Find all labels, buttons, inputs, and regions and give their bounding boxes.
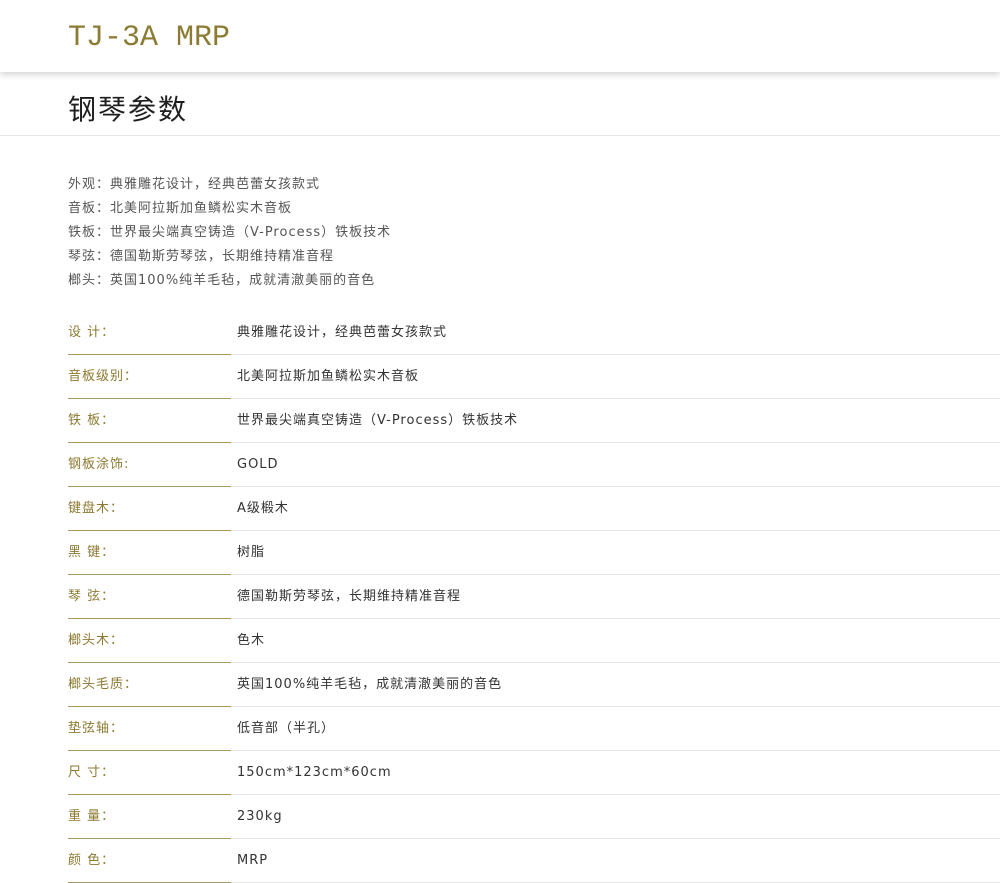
spec-row: 设 计： 典雅雕花设计，经典芭蕾女孩款式: [0, 311, 1000, 355]
feature-item: 榔头：英国100%纯羊毛毡，成就清澈美丽的音色: [68, 273, 376, 288]
feature-item: 琴弦：德国勒斯劳琴弦，长期维持精准音程: [68, 249, 335, 264]
spec-row: 重 量： 230kg: [0, 795, 1000, 839]
spec-row: 音板级别： 北美阿拉斯加鱼鳞松实木音板: [0, 355, 1000, 399]
spec-value: 低音部（半孔）: [231, 707, 1000, 751]
spec-value: 色木: [231, 619, 1000, 663]
spec-value: 世界最尖端真空铸造（V-Process）铁板技术: [231, 399, 1000, 443]
spec-label: 设 计：: [68, 311, 231, 355]
spec-value: 德国勒斯劳琴弦，长期维持精准音程: [231, 575, 1000, 619]
spec-value: 树脂: [231, 531, 1000, 575]
spec-table: 设 计： 典雅雕花设计，经典芭蕾女孩款式 音板级别： 北美阿拉斯加鱼鳞松实木音板…: [0, 311, 1000, 883]
page-header: TJ-3A MRP: [0, 0, 1000, 72]
page-title: TJ-3A MRP: [68, 21, 231, 55]
spec-value: GOLD: [231, 443, 1000, 487]
spec-row: 尺 寸： 150cm*123cm*60cm: [0, 751, 1000, 795]
spec-value: 150cm*123cm*60cm: [231, 751, 1000, 795]
spec-value: 230kg: [231, 795, 1000, 839]
spec-row: 铁 板： 世界最尖端真空铸造（V-Process）铁板技术: [0, 399, 1000, 443]
spec-value: 英国100%纯羊毛毡，成就清澈美丽的音色: [231, 663, 1000, 707]
spec-row: 垫弦轴： 低音部（半孔）: [0, 707, 1000, 751]
spec-label: 垫弦轴：: [68, 707, 231, 751]
feature-item: 外观：典雅雕花设计，经典芭蕾女孩款式: [68, 177, 321, 192]
spec-label: 榔头毛质：: [68, 663, 231, 707]
spec-label: 铁 板：: [68, 399, 231, 443]
spec-label: 键盘木：: [68, 487, 231, 531]
spec-label: 尺 寸：: [68, 751, 231, 795]
feature-list: 外观：典雅雕花设计，经典芭蕾女孩款式 音板：北美阿拉斯加鱼鳞松实木音板 铁板：世…: [68, 173, 1000, 293]
spec-row: 颜 色： MRP: [0, 839, 1000, 883]
spec-label: 钢板涂饰:: [68, 443, 231, 487]
spec-label: 琴 弦：: [68, 575, 231, 619]
section-heading: 钢琴参数: [0, 72, 1000, 136]
spec-label: 黑 键：: [68, 531, 231, 575]
spec-value: 北美阿拉斯加鱼鳞松实木音板: [231, 355, 1000, 399]
spec-row: 钢板涂饰: GOLD: [0, 443, 1000, 487]
spec-label: 音板级别：: [68, 355, 231, 399]
feature-item: 音板：北美阿拉斯加鱼鳞松实木音板: [68, 201, 293, 216]
spec-row: 键盘木： A级椴木: [0, 487, 1000, 531]
spec-label: 榔头木：: [68, 619, 231, 663]
spec-row: 榔头木： 色木: [0, 619, 1000, 663]
spec-value: 典雅雕花设计，经典芭蕾女孩款式: [231, 311, 1000, 355]
spec-label: 重 量：: [68, 795, 231, 839]
spec-row: 琴 弦： 德国勒斯劳琴弦，长期维持精准音程: [0, 575, 1000, 619]
feature-item: 铁板：世界最尖端真空铸造（V-Process）铁板技术: [68, 225, 392, 240]
spec-page: TJ-3A MRP 钢琴参数 外观：典雅雕花设计，经典芭蕾女孩款式 音板：北美阿…: [0, 0, 1000, 883]
spec-value: MRP: [231, 839, 1000, 883]
spec-row: 榔头毛质： 英国100%纯羊毛毡，成就清澈美丽的音色: [0, 663, 1000, 707]
spec-value: A级椴木: [231, 487, 1000, 531]
spec-row: 黑 键： 树脂: [0, 531, 1000, 575]
spec-label: 颜 色：: [68, 839, 231, 883]
